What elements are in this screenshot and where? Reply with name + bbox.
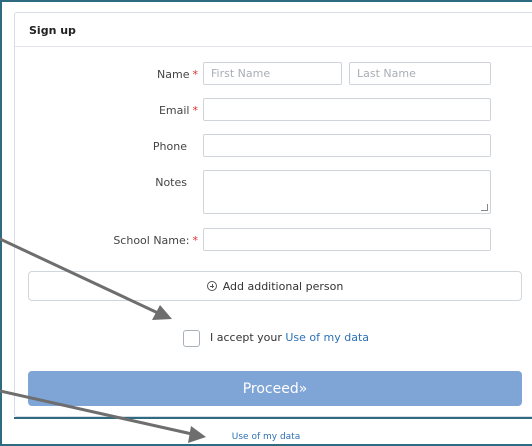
use-of-data-link[interactable]: Use of my data — [285, 331, 369, 344]
school-label: School Name: * — [113, 234, 198, 247]
plus-circle-icon — [206, 281, 217, 291]
proceed-button[interactable]: Proceed» — [28, 371, 522, 406]
double-chevron-right-icon: » — [298, 380, 308, 397]
footer: Use of my data — [0, 432, 532, 442]
required-mark: * — [192, 234, 199, 247]
name-label: Name * — [157, 68, 198, 81]
add-person-label: Add additional person — [222, 279, 344, 293]
phone-label: Phone — [152, 140, 187, 153]
accept-checkbox[interactable] — [183, 330, 200, 347]
resize-handle-icon[interactable] — [481, 204, 488, 211]
phone-input[interactable] — [203, 134, 491, 157]
last-name-input[interactable] — [349, 62, 491, 85]
add-person-button[interactable]: Add additional person — [28, 271, 522, 301]
notes-textarea[interactable] — [203, 170, 491, 214]
email-label-text: Email — [158, 104, 190, 117]
proceed-label: Proceed — [242, 380, 299, 397]
card-title: Sign up — [15, 13, 532, 47]
school-label-text: School Name: — [113, 234, 190, 247]
accept-prefix: I accept your — [210, 331, 282, 344]
notes-label: Notes — [155, 176, 187, 189]
footer-use-of-data-link[interactable]: Use of my data — [232, 432, 300, 442]
required-mark: * — [192, 68, 199, 81]
frame-divider — [14, 417, 532, 419]
name-label-text: Name — [157, 68, 190, 81]
school-name-input[interactable] — [203, 228, 491, 251]
email-input[interactable] — [203, 98, 491, 121]
required-mark: * — [192, 104, 199, 117]
first-name-input[interactable] — [203, 62, 342, 85]
email-label: Email * — [159, 104, 198, 117]
accept-text: I accept your Use of my data — [210, 331, 369, 344]
